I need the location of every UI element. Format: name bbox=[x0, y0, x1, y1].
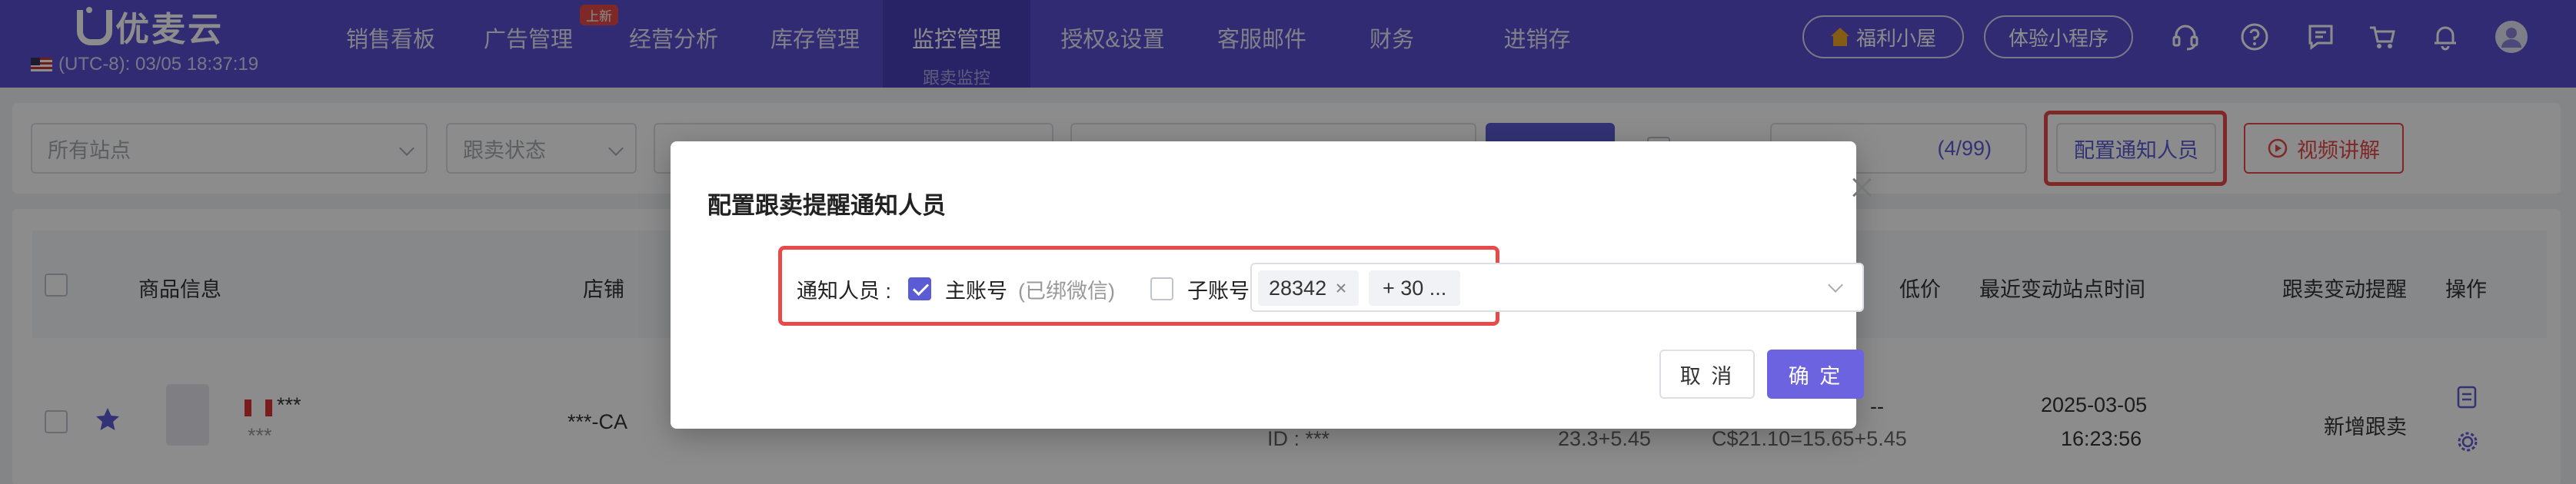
chevron-down-icon bbox=[1828, 277, 1843, 293]
sub-account-label[interactable]: 子账号 bbox=[1187, 274, 1250, 304]
selected-tag: 28342 bbox=[1258, 270, 1360, 306]
main-account-label[interactable]: 主账号 bbox=[945, 274, 1007, 304]
close-icon[interactable] bbox=[1845, 171, 1879, 204]
tag-label: 28342 bbox=[1269, 276, 1327, 300]
confirm-button[interactable]: 确 定 bbox=[1767, 350, 1864, 399]
cancel-button[interactable]: 取 消 bbox=[1659, 350, 1755, 399]
sub-account-select[interactable]: 28342 + 30 ... bbox=[1250, 263, 1864, 312]
main-account-checkbox[interactable] bbox=[908, 277, 932, 300]
more-tags-badge[interactable]: + 30 ... bbox=[1369, 270, 1461, 306]
main-account-note: (已绑微信) bbox=[1018, 279, 1115, 303]
dialog-title: 配置跟卖提醒通知人员 bbox=[707, 192, 946, 219]
cancel-label: 取 消 bbox=[1679, 364, 1735, 388]
notify-label: 通知人员 : bbox=[797, 279, 892, 303]
sub-account-checkbox[interactable] bbox=[1150, 277, 1173, 300]
confirm-label: 确 定 bbox=[1788, 364, 1843, 388]
notify-person-row: 通知人员 : 主账号 (已绑微信) 子账号 bbox=[797, 267, 1250, 310]
tag-close-icon[interactable] bbox=[1334, 281, 1348, 295]
more-tags-label: + 30 ... bbox=[1383, 276, 1447, 300]
